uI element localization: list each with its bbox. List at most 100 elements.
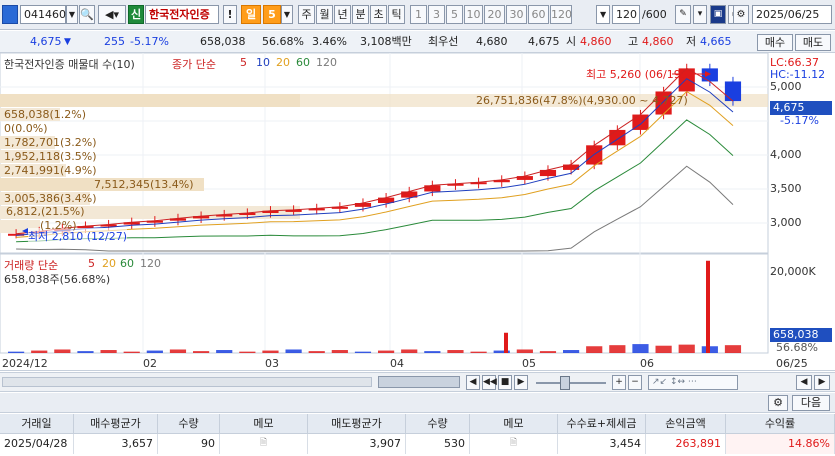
- table-cell: 3,657: [74, 434, 158, 454]
- memo-icon[interactable]: 🗎: [470, 434, 558, 454]
- volume-legend-ma120: 120: [140, 257, 161, 270]
- period-dropdown-icon[interactable]: ▼: [281, 5, 293, 24]
- stock-code-input[interactable]: 041460: [20, 5, 66, 24]
- sell-button[interactable]: 매도: [795, 34, 831, 51]
- volume-bar: [100, 350, 117, 353]
- speaker-icon[interactable]: ◀▾: [98, 5, 126, 24]
- interval-button[interactable]: 20: [484, 5, 505, 24]
- next-button[interactable]: 다음: [792, 395, 830, 411]
- save-icon[interactable]: ▣: [710, 5, 726, 24]
- volume-bar: [354, 351, 372, 353]
- trade-table-panel: ⚙ 다음 거래일 매수평균가 수량 메모 매도평균가 수량 메모 수수료+제세금 손익금액 수익률…: [0, 393, 835, 456]
- volume-bar: [609, 345, 626, 353]
- best-bid: 4,675: [528, 35, 560, 48]
- volume-bar: [678, 344, 695, 353]
- volume-bar: [424, 351, 441, 353]
- interval-button[interactable]: 30: [506, 5, 527, 24]
- scroll-stop-icon[interactable]: ■: [498, 375, 512, 390]
- table-cell: 2025/04/28: [0, 434, 74, 454]
- menu-icon[interactable]: [2, 5, 18, 24]
- interval-button[interactable]: 120: [550, 5, 572, 24]
- volume-bar: [169, 349, 187, 353]
- legend-ma10: 10: [256, 56, 270, 69]
- memo-icon[interactable]: 🗎: [220, 434, 308, 454]
- table-settings-icon[interactable]: ⚙: [768, 395, 788, 411]
- tab-period[interactable]: 초: [370, 5, 387, 24]
- scroll-prev-icon[interactable]: ◀: [796, 375, 812, 390]
- high-label: 고: [628, 35, 639, 48]
- zoom-out-button[interactable]: −: [628, 375, 642, 390]
- interval-button[interactable]: 1: [410, 5, 427, 24]
- best-ask-label: 최우선: [428, 35, 459, 48]
- vp-label: 658,038(1.2%): [4, 108, 87, 121]
- volume-bar-spike: [504, 332, 508, 353]
- high-annotation: 최고 5,260 (06/19): [586, 68, 686, 81]
- turnover: 3.46%: [312, 35, 347, 48]
- legend-ma60: 60: [296, 56, 310, 69]
- volume-bar: [216, 350, 233, 353]
- scroll-thumb[interactable]: [378, 376, 460, 388]
- tab-period[interactable]: 분: [352, 5, 369, 24]
- interval-button[interactable]: 5: [446, 5, 463, 24]
- code-dropdown-icon[interactable]: ▼: [66, 5, 78, 24]
- settings-icon[interactable]: ⚙: [733, 5, 749, 24]
- scroll-first-icon[interactable]: ◀◀: [482, 375, 497, 390]
- chart-scrollbar[interactable]: ◀ ◀◀ ■ ▶ + − ↗↙ ↕↔ ⋯ ◀ ▶: [0, 372, 835, 392]
- volume-bar: [31, 350, 48, 353]
- interval-dropdown-icon[interactable]: ▼: [596, 5, 610, 24]
- scroll-left-icon[interactable]: ◀: [466, 375, 480, 390]
- interval-button[interactable]: 3: [428, 5, 445, 24]
- buy-button[interactable]: 매수: [757, 34, 793, 51]
- warning-button[interactable]: !: [223, 5, 237, 24]
- vp-label: 1,782,701(3.2%): [4, 136, 97, 149]
- volume-bar: [401, 349, 418, 353]
- table-header: 수량: [158, 414, 220, 434]
- legend-ma5: 5: [240, 56, 247, 69]
- stock-name[interactable]: 한국전자인증: [145, 5, 219, 24]
- date-input[interactable]: 2025/06/25: [752, 5, 832, 24]
- zoom-in-button[interactable]: +: [612, 375, 626, 390]
- date-label: 05: [522, 357, 536, 370]
- chart-area[interactable]: 한국전자인증 매물대 수(10) 종가 단순 5 10 20 60 120 LC…: [0, 53, 835, 371]
- count-input[interactable]: 120: [612, 5, 640, 24]
- tool-icon[interactable]: ✎: [675, 5, 691, 24]
- table-cell: 3,454: [558, 434, 646, 454]
- search-icon[interactable]: 🔍: [79, 5, 95, 24]
- open-price: 4,860: [580, 35, 612, 48]
- candle-body: [701, 68, 718, 82]
- chart-legend-title: 한국전자인증 매물대 수(10): [4, 58, 135, 71]
- legend-ma120: 120: [316, 56, 337, 69]
- tab-period[interactable]: 주: [298, 5, 315, 24]
- volume-bar: [447, 350, 464, 353]
- volume-bar: [77, 351, 94, 353]
- volume-bar: [123, 351, 140, 353]
- candle-body: [539, 169, 557, 177]
- tab-period[interactable]: 년: [334, 5, 351, 24]
- interval-button[interactable]: 10: [464, 5, 483, 24]
- volume-legend-ma5: 5: [88, 257, 95, 270]
- price-change: 255: [104, 35, 125, 48]
- table-cell: 530: [406, 434, 470, 454]
- open-label: 시: [566, 35, 577, 48]
- scroll-last-icon[interactable]: ▶: [514, 375, 528, 390]
- scroll-next-icon[interactable]: ▶: [814, 375, 830, 390]
- scroll-track[interactable]: [2, 377, 372, 387]
- trade-amount: 3,108백만: [360, 35, 412, 48]
- volume: 658,038: [200, 35, 246, 48]
- tool-dropdown-icon[interactable]: ▾: [693, 5, 707, 24]
- count-total: /600: [642, 8, 667, 21]
- table-header: 거래일: [0, 414, 74, 434]
- toolbar: 041460 ▼ 🔍 ◀▾ 신 한국전자인증 ! 일 5 ▼ 주월년분초틱135…: [0, 0, 835, 30]
- zoom-track[interactable]: [536, 382, 606, 384]
- vp-label: 3,005,386(3.4%): [4, 192, 97, 205]
- period-number[interactable]: 5: [263, 5, 281, 24]
- tab-day[interactable]: 일: [241, 5, 261, 24]
- tab-period[interactable]: 틱: [388, 5, 405, 24]
- zoom-slider-thumb[interactable]: [560, 376, 570, 390]
- vp-label: 6,812,(21.5%): [6, 205, 85, 218]
- candle-body: [724, 81, 742, 102]
- tab-period[interactable]: 월: [316, 5, 333, 24]
- draw-tools-icon[interactable]: ↗↙ ↕↔ ⋯: [648, 375, 738, 390]
- interval-button[interactable]: 60: [528, 5, 549, 24]
- price-chart-svg[interactable]: [0, 53, 835, 371]
